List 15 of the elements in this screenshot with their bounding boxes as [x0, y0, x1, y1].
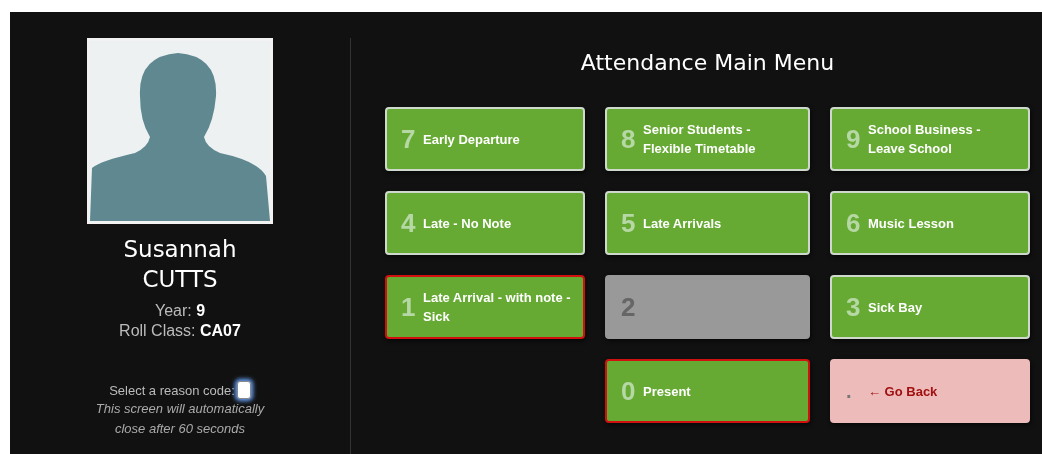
code-button[interactable]: 3 Sick Bay — [830, 275, 1030, 339]
roll-class-text: Roll Class: CA07 — [119, 321, 241, 341]
back-button[interactable]: . ← Go Back — [830, 359, 1030, 423]
code-button[interactable]: 0 Present — [605, 359, 810, 423]
timeout-notice: This screen will automatically close after 60 seconds — [94, 400, 266, 438]
code-button[interactable]: 4 Late - No Note — [385, 191, 585, 255]
student-name: Susannah CUTTS — [123, 235, 237, 294]
reason-code-label: Select a reason code: — [109, 382, 235, 398]
code-button[interactable]: 5 Late Arrivals — [605, 191, 810, 255]
reason-code-field[interactable] — [236, 381, 251, 399]
menu-title: Attendance Main Menu — [580, 50, 835, 75]
code-button[interactable]: 7 Early Departure — [385, 107, 585, 171]
year-text: Year: 9 — [153, 301, 207, 321]
code-button[interactable]: 1 Late Arrival - with note - Sick — [385, 275, 585, 339]
code-button[interactable]: 6 Music Lesson — [830, 191, 1030, 255]
